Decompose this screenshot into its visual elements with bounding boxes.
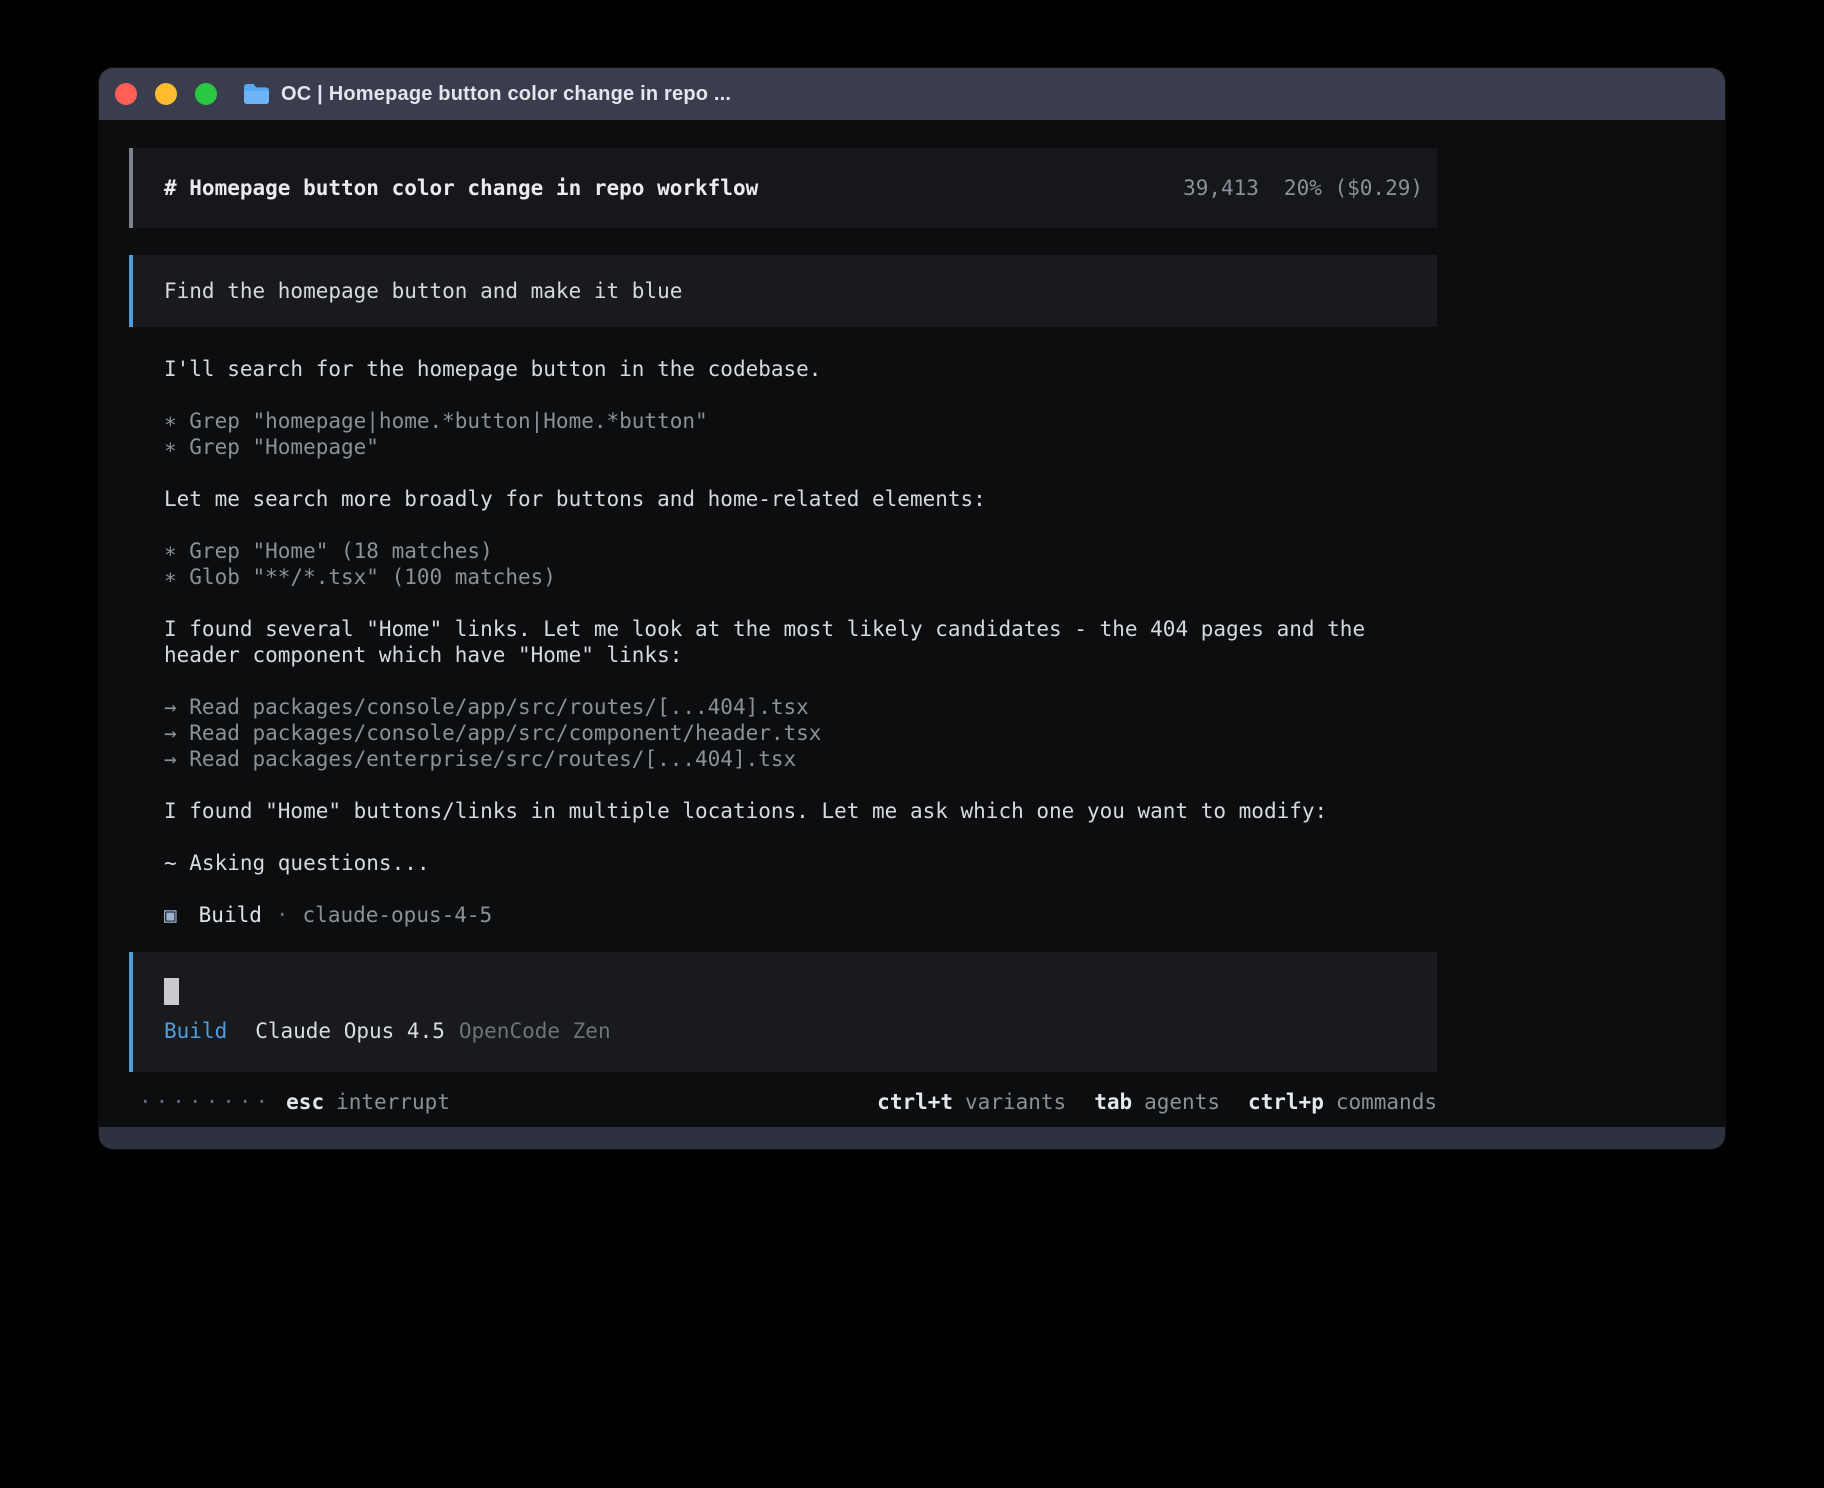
- tool-call-line: → Read packages/enterprise/src/routes/[.…: [164, 746, 1437, 772]
- blank-line: [164, 668, 1437, 694]
- tool-call-line: → Read packages/console/app/src/routes/[…: [164, 694, 1437, 720]
- zoom-window-button[interactable]: [195, 83, 217, 105]
- blank-line: [164, 460, 1437, 486]
- assistant-text-line: Let me search more broadly for buttons a…: [164, 486, 1437, 512]
- model-label: Claude Opus 4.5: [255, 1018, 445, 1044]
- prompt-input[interactable]: Build Claude Opus 4.5 OpenCode Zen: [129, 952, 1437, 1072]
- tool-call-line: ∗ Grep "Home" (18 matches): [164, 538, 1437, 564]
- desktop-background: OC | Homepage button color change in rep…: [0, 0, 1824, 1488]
- blank-line: [164, 382, 1437, 408]
- blank-line: [164, 772, 1437, 798]
- shortcut-group: ctrl+tvariants tabagents ctrl+pcommands: [877, 1089, 1437, 1115]
- separator-dot: ·: [276, 902, 289, 928]
- tool-call-line: ∗ Grep "Homepage": [164, 434, 1437, 460]
- tui-column: # Homepage button color change in repo w…: [129, 148, 1437, 1115]
- assistant-text-line: ~ Asking questions...: [164, 850, 1437, 876]
- window-title: OC | Homepage button color change in rep…: [281, 83, 731, 106]
- agent-square-icon: ▣: [164, 902, 177, 928]
- provider-label: OpenCode Zen: [459, 1018, 611, 1044]
- folder-icon: [243, 83, 270, 105]
- blank-line: [164, 590, 1437, 616]
- context-usage: 20% ($0.29): [1284, 175, 1423, 201]
- shortcut-agents: tabagents: [1094, 1089, 1220, 1115]
- text-cursor: [164, 978, 179, 1005]
- minimize-window-button[interactable]: [155, 83, 177, 105]
- session-title: # Homepage button color change in repo w…: [164, 175, 758, 201]
- token-count: 39,413: [1183, 175, 1259, 201]
- input-meta: Build Claude Opus 4.5 OpenCode Zen: [164, 1018, 1437, 1044]
- agent-status-line: ▣ Build · claude-opus-4-5: [129, 902, 1437, 928]
- agent-name: Build: [199, 902, 262, 928]
- user-message: Find the homepage button and make it blu…: [129, 255, 1437, 327]
- traffic-lights: [115, 83, 217, 105]
- window-frame-bottom: [99, 1127, 1725, 1149]
- tool-call-line: → Read packages/console/app/src/componen…: [164, 720, 1437, 746]
- shortcut-variants: ctrl+tvariants: [877, 1089, 1066, 1115]
- blank-line: [164, 512, 1437, 538]
- user-message-text: Find the homepage button and make it blu…: [164, 278, 682, 304]
- session-meta: 39,413 20% ($0.29): [1183, 175, 1423, 201]
- terminal-content[interactable]: # Homepage button color change in repo w…: [99, 120, 1725, 1127]
- mode-label: Build: [164, 1018, 227, 1044]
- tool-call-line: ∗ Glob "**/*.tsx" (100 matches): [164, 564, 1437, 590]
- tool-call-line: ∗ Grep "homepage|home.*button|Home.*butt…: [164, 408, 1437, 434]
- terminal-window: OC | Homepage button color change in rep…: [99, 68, 1725, 1149]
- conversation: I'll search for the homepage button in t…: [129, 356, 1437, 876]
- status-bar: ········ escinterrupt ctrl+tvariants taba…: [129, 1089, 1437, 1115]
- shortcut-commands: ctrl+pcommands: [1248, 1089, 1437, 1115]
- assistant-text-line: I found several "Home" links. Let me loo…: [164, 616, 1437, 668]
- titlebar[interactable]: OC | Homepage button color change in rep…: [99, 68, 1725, 120]
- shortcut-interrupt: escinterrupt: [286, 1089, 450, 1115]
- agent-model: claude-opus-4-5: [303, 902, 493, 928]
- assistant-text-line: I found "Home" buttons/links in multiple…: [164, 798, 1437, 824]
- close-window-button[interactable]: [115, 83, 137, 105]
- assistant-text-line: I'll search for the homepage button in t…: [164, 356, 1437, 382]
- spinner-dots: ········: [139, 1089, 272, 1115]
- blank-line: [164, 824, 1437, 850]
- session-header: # Homepage button color change in repo w…: [129, 148, 1437, 228]
